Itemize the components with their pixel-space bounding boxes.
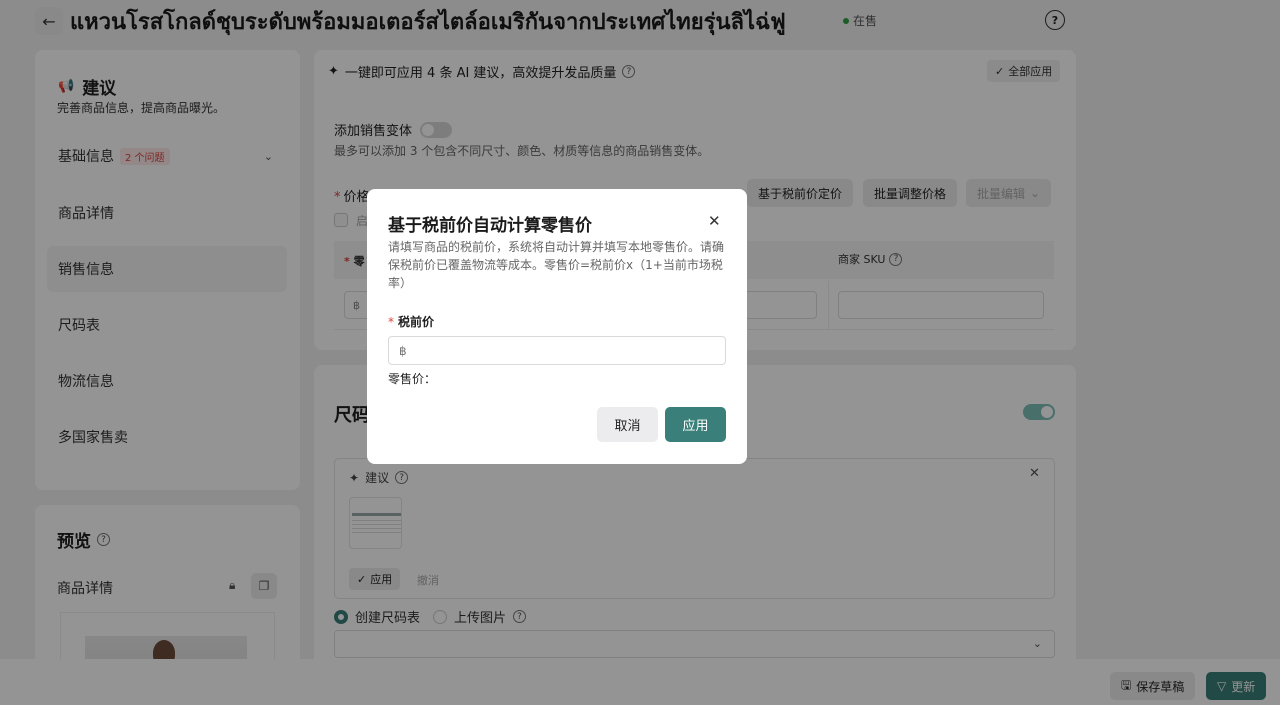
close-icon[interactable]: ✕ [708,212,721,230]
retail-price-readout: 零售价： [388,372,437,386]
modal-title: 基于税前价自动计算零售价 [388,216,592,236]
pretax-price-label: * 税前价 [388,315,435,329]
pretax-price-input[interactable] [388,336,726,365]
modal-description: 请填写商品的税前价，系统将自动计算并填写本地零售价。请确保税前价已覆盖物流等成本… [388,240,725,290]
cancel-button[interactable]: 取消 [597,407,658,442]
apply-button[interactable]: 应用 [665,407,726,442]
